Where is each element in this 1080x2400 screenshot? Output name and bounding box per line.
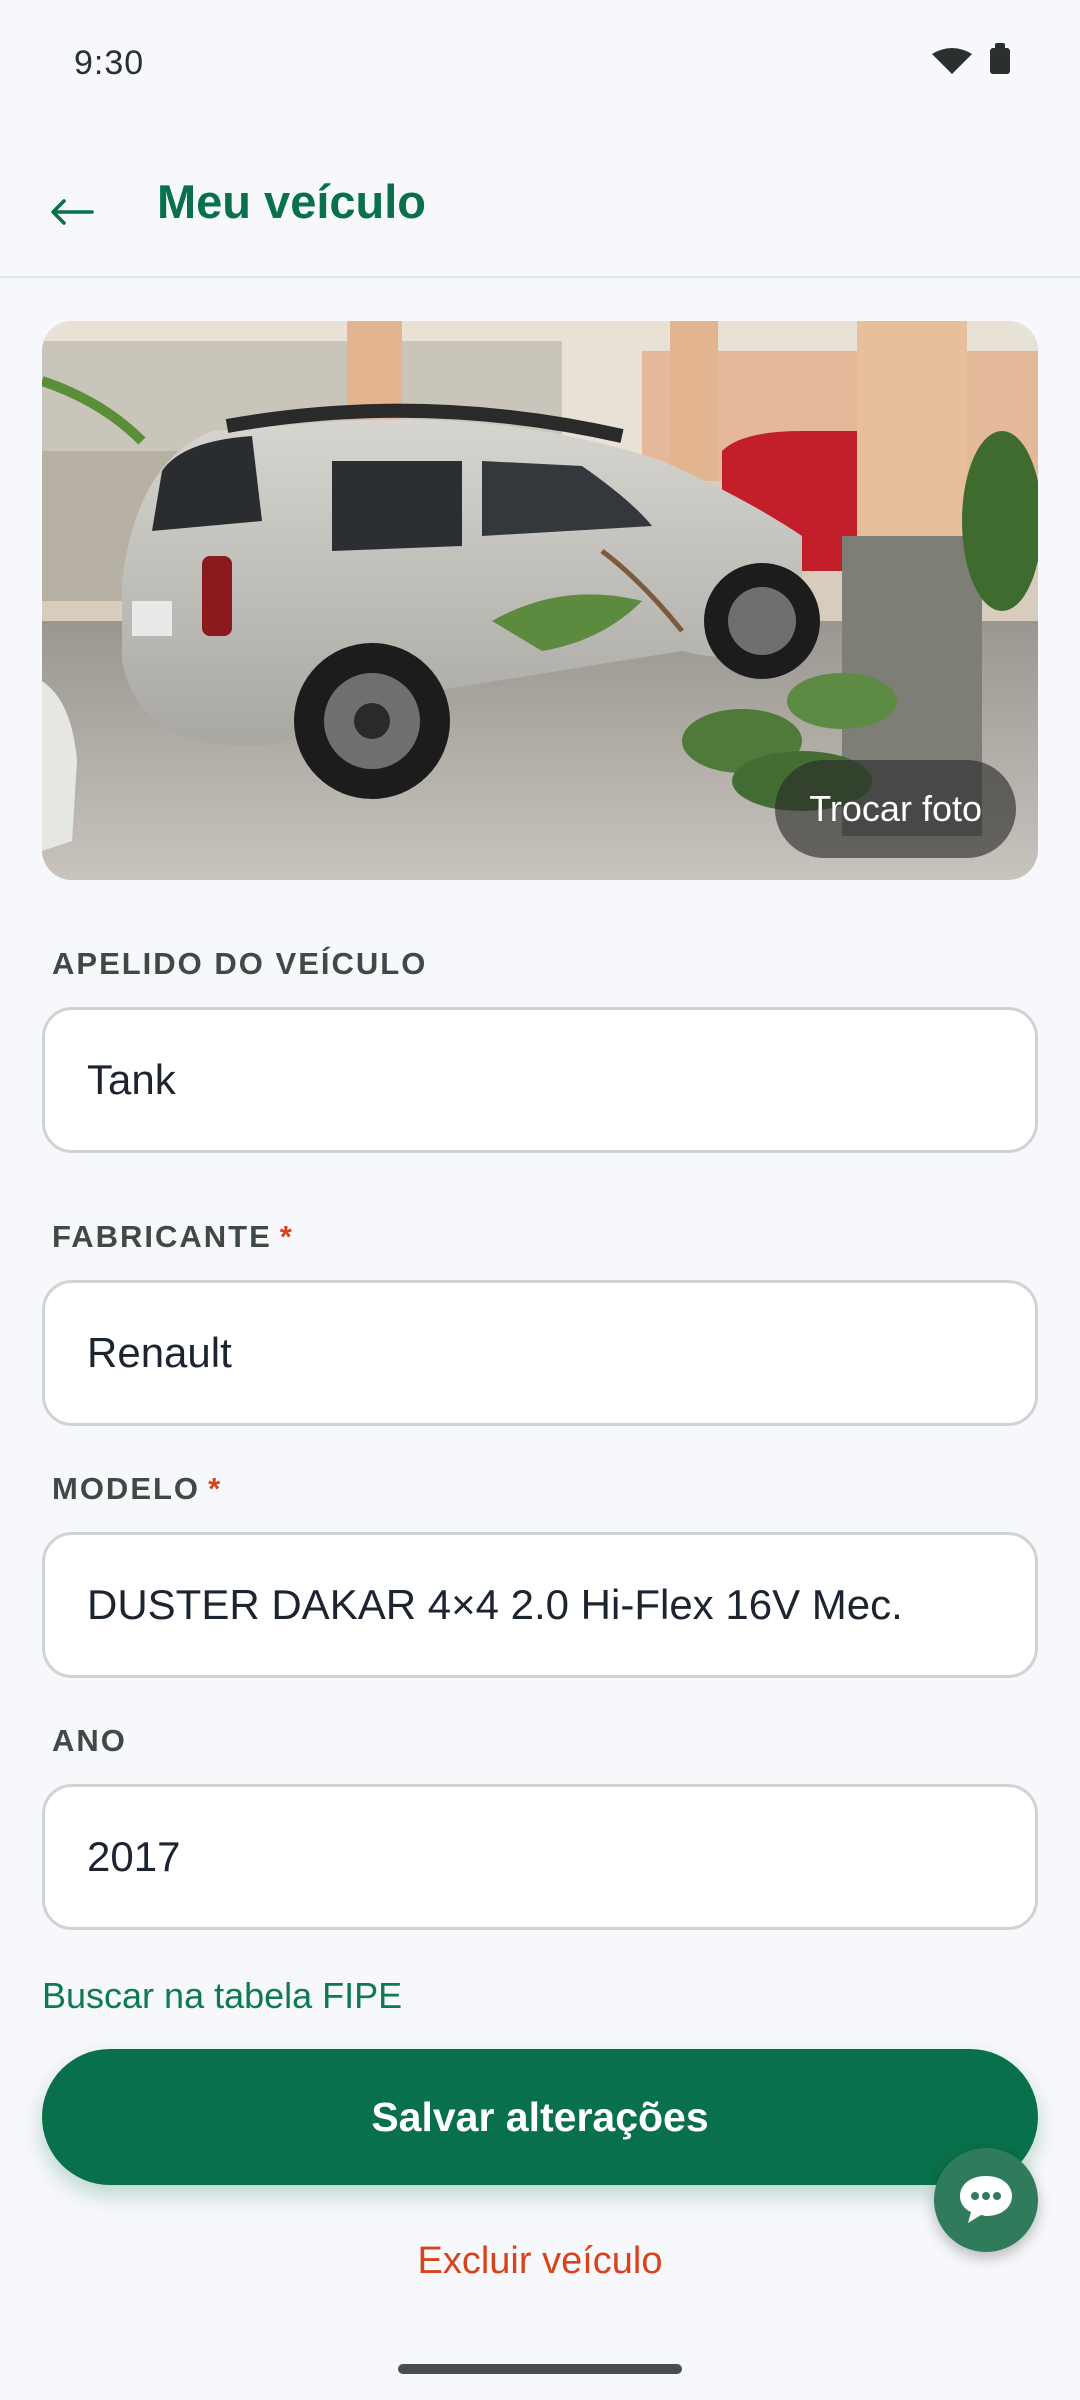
delete-vehicle-link[interactable]: Excluir veículo [0, 2240, 1080, 2283]
arrow-left-icon [51, 199, 94, 225]
vehicle-photo: Trocar foto [42, 321, 1038, 880]
manufacturer-label: FABRICANTE * [52, 1219, 294, 1255]
nickname-input[interactable]: Tank [42, 1007, 1038, 1153]
change-photo-button[interactable]: Trocar foto [775, 760, 1016, 858]
year-input[interactable]: 2017 [42, 1784, 1038, 1930]
home-indicator[interactable] [398, 2364, 682, 2374]
status-bar: 9:30 [0, 0, 1080, 120]
status-icons [932, 43, 1010, 74]
wifi-icon [932, 48, 972, 74]
battery-icon [990, 43, 1010, 74]
app-bar: Meu veículo [0, 130, 1080, 278]
page-title: Meu veículo [157, 175, 427, 228]
fipe-search-link[interactable]: Buscar na tabela FIPE [42, 1975, 402, 2017]
required-mark: * [208, 1471, 223, 1506]
nickname-label-text: APELIDO DO VEÍCULO [52, 946, 428, 981]
back-button[interactable] [40, 180, 104, 244]
year-label-text: ANO [52, 1723, 127, 1758]
status-time: 9:30 [74, 44, 145, 82]
year-label: ANO [52, 1723, 127, 1759]
model-label: MODELO * [52, 1471, 222, 1507]
chat-button[interactable] [934, 2148, 1038, 2252]
model-label-text: MODELO [52, 1471, 201, 1506]
save-button[interactable]: Salvar alterações [42, 2049, 1038, 2185]
nickname-label: APELIDO DO VEÍCULO [52, 946, 427, 982]
required-mark: * [279, 1219, 294, 1254]
manufacturer-label-text: FABRICANTE [52, 1219, 272, 1254]
chat-bubble-icon [960, 2176, 1012, 2223]
manufacturer-input[interactable]: Renault [42, 1280, 1038, 1426]
model-input[interactable]: DUSTER DAKAR 4×4 2.0 Hi-Flex 16V Mec. [42, 1532, 1038, 1678]
